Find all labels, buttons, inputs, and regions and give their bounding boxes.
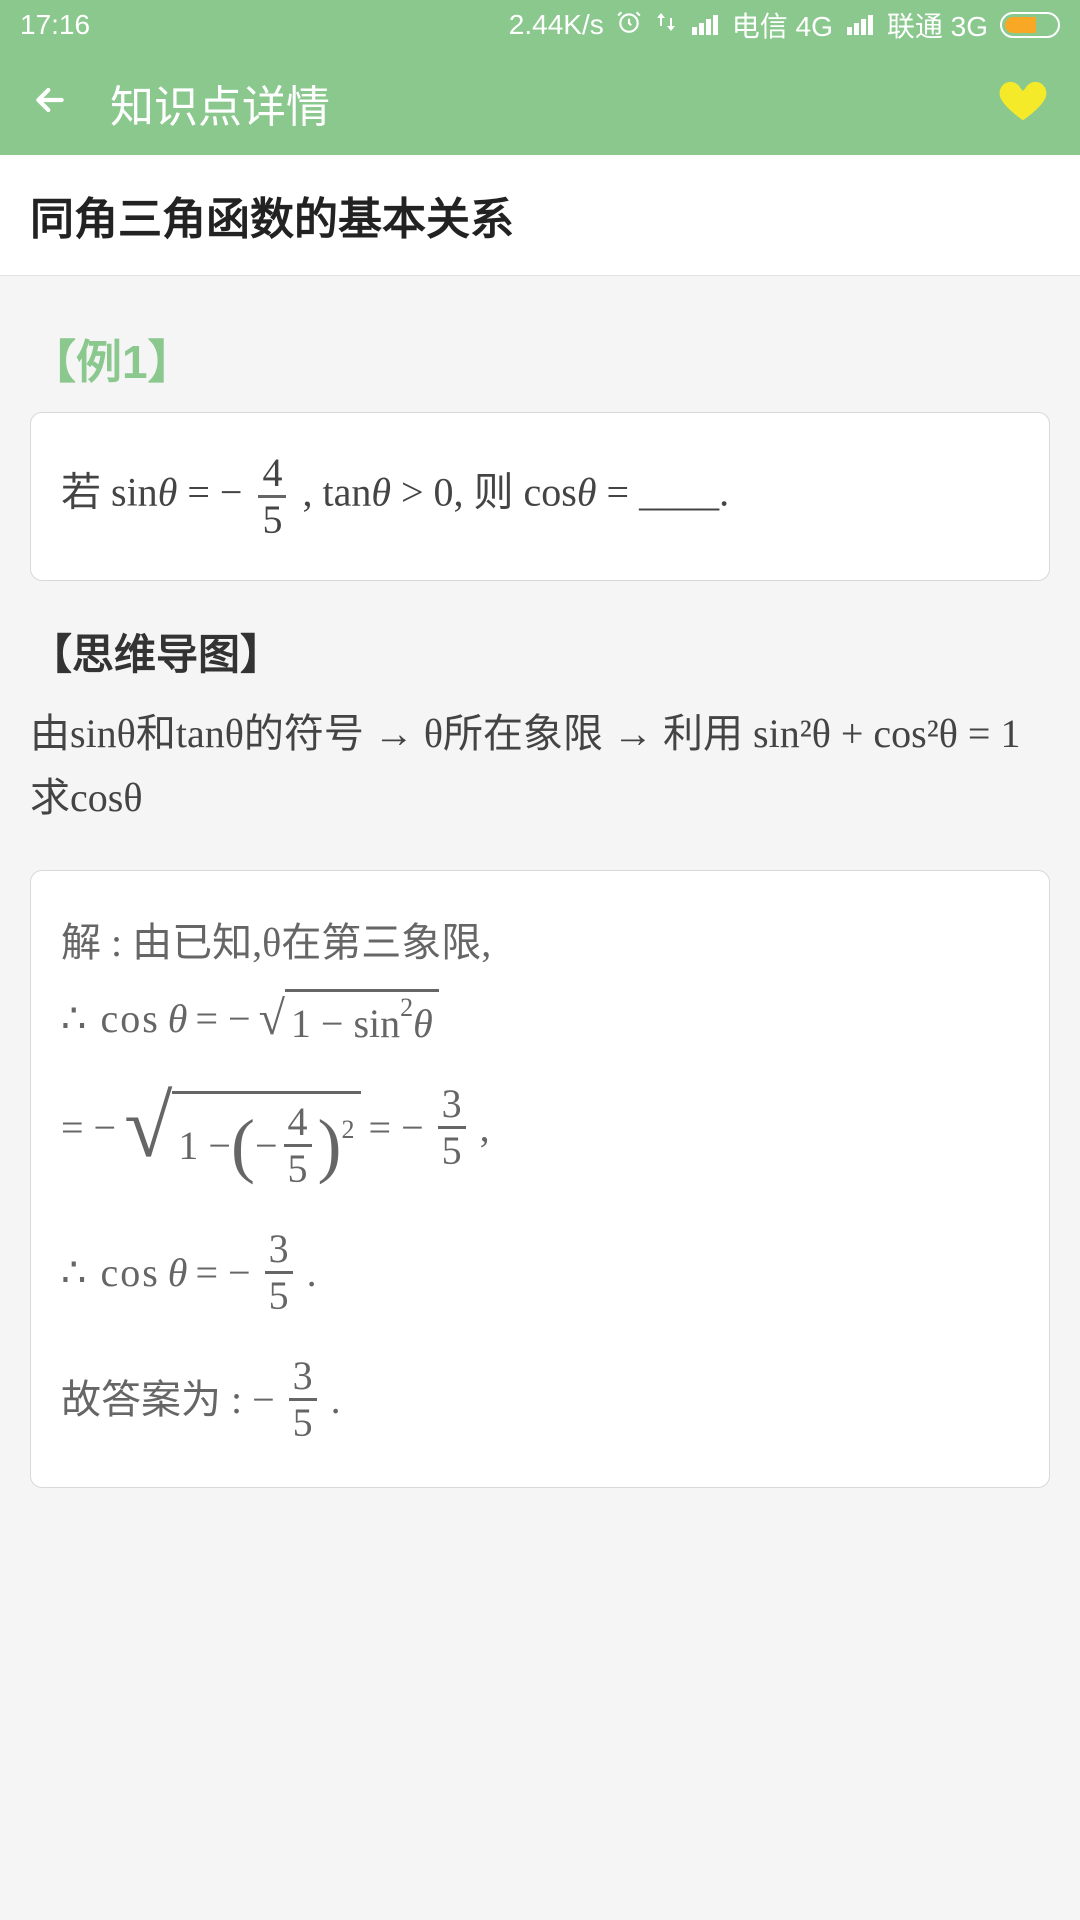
text: ∴ cos [61, 1245, 160, 1301]
text: . [307, 1245, 317, 1301]
text: = − [195, 1245, 250, 1301]
text: = − [187, 470, 252, 515]
text: , [480, 1100, 490, 1156]
theta: θ [413, 996, 433, 1052]
solution-line-5: 故答案为 : − 3 5 . [61, 1356, 1019, 1443]
sqrt: √ 1 − sin2θ [259, 985, 439, 1052]
theta: θ [371, 470, 391, 515]
numerator: 3 [265, 1229, 293, 1271]
signal-icon [847, 15, 873, 35]
text: , tan [302, 470, 371, 515]
sup: 2 [342, 1112, 355, 1148]
sup: 2 [400, 990, 413, 1026]
fraction: 4 5 [284, 1102, 312, 1189]
fraction: 3 5 [265, 1229, 293, 1316]
data-transfer-icon [654, 9, 678, 41]
arrow-left-icon [30, 80, 70, 120]
fraction: 4 5 [258, 453, 286, 540]
text: = − [369, 1100, 424, 1156]
denominator: 5 [438, 1129, 466, 1171]
theta: θ [168, 1245, 188, 1301]
battery-icon [1000, 12, 1060, 38]
text: = − [195, 991, 250, 1047]
app-bar-title: 知识点详情 [110, 71, 996, 135]
back-button[interactable] [30, 80, 70, 125]
page-title: 同角三角函数的基本关系 [30, 183, 1050, 247]
page-header: 同角三角函数的基本关系 [0, 155, 1080, 276]
theta: θ [168, 991, 188, 1047]
theta: θ [577, 470, 597, 515]
text: 1 − sin [291, 996, 400, 1052]
example-label: 【例1】 [30, 326, 1050, 392]
solution-line-1: 解 : 由已知,θ在第三象限, [61, 915, 1019, 971]
problem-card: 若 sinθ = − 4 5 , tanθ > 0, 则 cosθ = ____… [30, 412, 1050, 581]
text: 解 : 由已知,θ在第三象限, [61, 915, 491, 971]
solution-line-4: ∴ cosθ = − 3 5 . [61, 1229, 1019, 1316]
status-carrier-2: 联通 3G [887, 5, 988, 45]
mind-map-text: 由sinθ和tanθ的符号 → θ所在象限 → 利用 sin²θ + cos²θ… [30, 702, 1050, 830]
text: 若 sin [61, 470, 158, 515]
status-time: 17:16 [20, 9, 90, 41]
solution-line-3: = − √ 1 − ( − 4 5 ) 2 = − [61, 1066, 1019, 1189]
numerator: 3 [289, 1356, 317, 1398]
solution-line-2: ∴ cosθ = − √ 1 − sin2θ [61, 985, 1019, 1052]
text: ∴ cos [61, 991, 160, 1047]
numerator: 4 [284, 1102, 312, 1144]
app-bar: 知识点详情 [0, 50, 1080, 155]
fraction: 3 5 [438, 1084, 466, 1171]
sqrt: √ 1 − ( − 4 5 ) 2 [124, 1066, 360, 1189]
denominator: 5 [289, 1401, 317, 1443]
favorite-button[interactable] [996, 73, 1050, 132]
heart-icon [996, 73, 1050, 127]
signal-icon [692, 15, 718, 35]
status-net-speed: 2.44K/s [509, 9, 604, 41]
solution-card: 解 : 由已知,θ在第三象限, ∴ cosθ = − √ 1 − sin2θ =… [30, 870, 1050, 1488]
content-area[interactable]: 【例1】 若 sinθ = − 4 5 , tanθ > 0, 则 cosθ =… [0, 276, 1080, 1488]
text: = − [61, 1100, 116, 1156]
problem-text: 若 sinθ = − 4 5 , tanθ > 0, 则 cosθ = ____… [61, 453, 1019, 540]
text: = ____. [607, 470, 730, 515]
denominator: 5 [258, 498, 286, 540]
mind-map-label: 【思维导图】 [30, 621, 1050, 682]
theta: θ [158, 470, 178, 515]
denominator: 5 [284, 1147, 312, 1189]
denominator: 5 [265, 1274, 293, 1316]
numerator: 4 [258, 453, 286, 495]
status-right: 2.44K/s 电信 4G 联通 3G [509, 5, 1060, 45]
text: . [331, 1372, 341, 1428]
numerator: 3 [438, 1084, 466, 1126]
text: > 0, 则 cos [401, 470, 577, 515]
text: 故答案为 : − [61, 1372, 275, 1428]
status-carrier-1: 电信 4G [732, 5, 833, 45]
status-bar: 17:16 2.44K/s 电信 4G 联通 3G [0, 0, 1080, 50]
fraction: 3 5 [289, 1356, 317, 1443]
text: 1 − [178, 1118, 231, 1174]
alarm-icon [616, 9, 642, 42]
